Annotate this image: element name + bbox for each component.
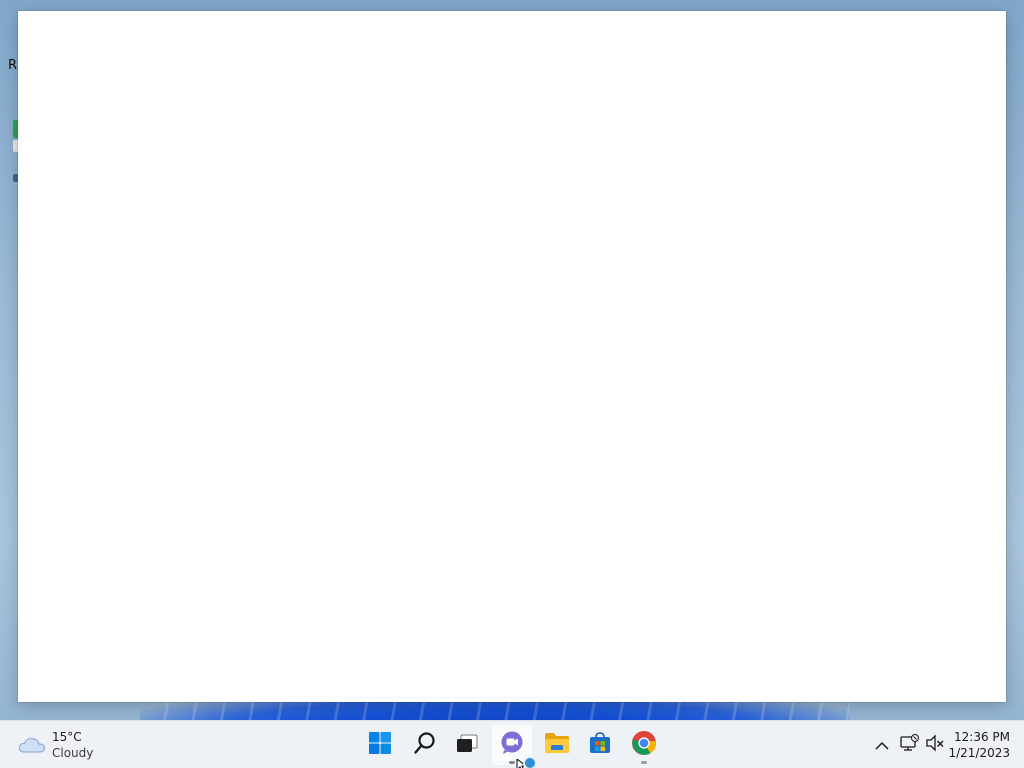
store-icon — [588, 731, 612, 759]
show-hidden-icons-button[interactable] — [870, 733, 894, 757]
clock-date: 1/21/2023 — [948, 746, 1010, 760]
volume-muted-icon — [925, 734, 945, 756]
weather-widget[interactable]: 15°C Cloudy — [18, 729, 128, 761]
search-button[interactable] — [405, 725, 445, 765]
network-disconnected-icon — [899, 734, 919, 756]
chrome-button[interactable] — [624, 725, 664, 765]
file-explorer-button[interactable] — [537, 725, 577, 765]
chevron-up-icon — [875, 736, 889, 755]
clock[interactable]: 12:36 PM 1/21/2023 — [948, 729, 1010, 761]
folder-icon — [544, 731, 570, 759]
taskbar: 15°C Cloudy 12:36 PM 1/21/2023 — [0, 720, 1024, 768]
weather-temperature: 15°C — [52, 730, 82, 744]
network-button[interactable] — [897, 733, 921, 757]
task-view-icon — [455, 731, 479, 759]
chrome-icon — [631, 730, 657, 760]
app-window-blank[interactable] — [18, 11, 1006, 702]
microsoft-store-button[interactable] — [580, 725, 620, 765]
cloud-icon — [18, 735, 46, 755]
volume-button[interactable] — [923, 733, 947, 757]
weather-condition: Cloudy — [52, 746, 94, 760]
task-view-button[interactable] — [447, 725, 487, 765]
windows-start-icon — [368, 731, 392, 759]
busy-indicator-icon — [523, 756, 537, 768]
search-icon — [413, 731, 437, 759]
clock-time: 12:36 PM — [954, 730, 1010, 744]
start-button[interactable] — [360, 725, 400, 765]
desktop-icon-label-fragment: R — [8, 58, 18, 73]
